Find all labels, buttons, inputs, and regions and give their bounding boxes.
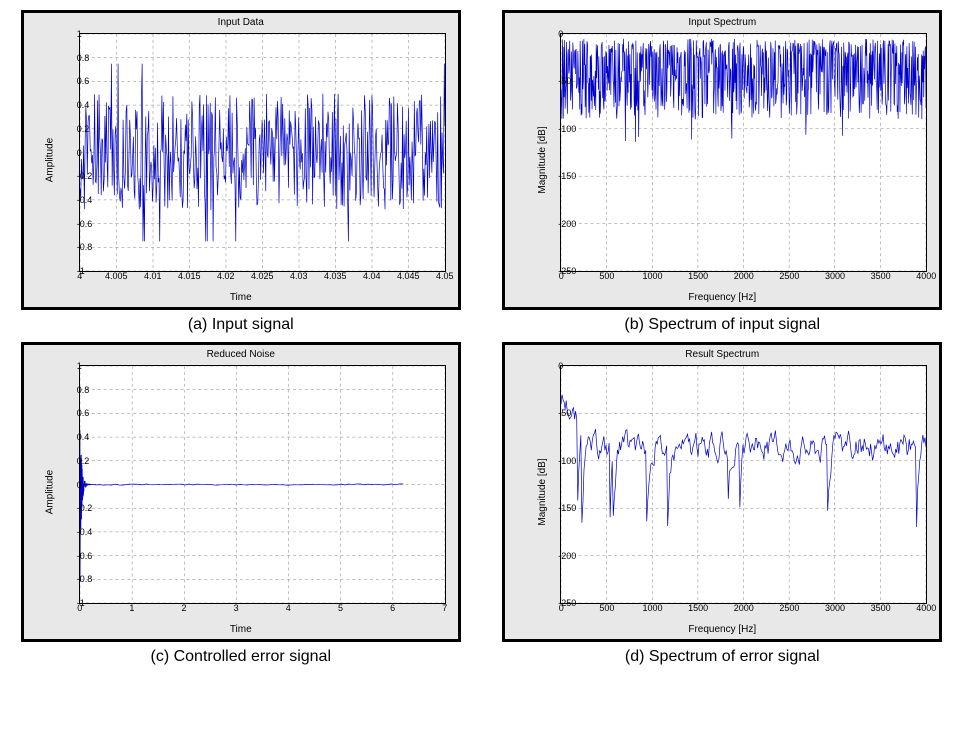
y-axis-label: Magnitude [dB] [537, 458, 548, 525]
cell-d: Result Spectrum Magnitude [dB] Frequency… [492, 342, 954, 666]
plot-area-d: 05001000150020002500300035004000-250-200… [560, 365, 927, 604]
x-axis-label: Time [24, 624, 458, 635]
plot-title: Result Spectrum [505, 349, 939, 360]
caption-a: (a) Input signal [188, 316, 294, 334]
x-axis-label: Frequency [Hz] [505, 292, 939, 303]
plot-area-a: 44.0054.014.0154.024.0254.034.0354.044.0… [79, 33, 446, 272]
cell-b: Input Spectrum Magnitude [dB] Frequency … [492, 10, 954, 334]
chart-grid: Input Data Amplitude Time 44.0054.014.01… [10, 10, 953, 666]
caption-c: (c) Controlled error signal [150, 648, 331, 666]
y-axis-label: Magnitude [dB] [537, 126, 548, 193]
panel-a: Input Data Amplitude Time 44.0054.014.01… [21, 10, 461, 310]
panel-c: Reduced Noise Amplitude Time 01234567-1-… [21, 342, 461, 642]
plot-area-c: 01234567-1-0.8-0.6-0.4-0.200.20.40.60.81 [79, 365, 446, 604]
panel-b: Input Spectrum Magnitude [dB] Frequency … [502, 10, 942, 310]
x-axis-label: Time [24, 292, 458, 303]
panel-d: Result Spectrum Magnitude [dB] Frequency… [502, 342, 942, 642]
caption-b: (b) Spectrum of input signal [624, 316, 820, 334]
plot-area-b: 05001000150020002500300035004000-250-200… [560, 33, 927, 272]
plot-title: Reduced Noise [24, 349, 458, 360]
x-axis-label: Frequency [Hz] [505, 624, 939, 635]
plot-title: Input Data [24, 17, 458, 28]
caption-d: (d) Spectrum of error signal [625, 648, 820, 666]
y-axis-label: Amplitude [44, 138, 55, 182]
cell-a: Input Data Amplitude Time 44.0054.014.01… [10, 10, 472, 334]
cell-c: Reduced Noise Amplitude Time 01234567-1-… [10, 342, 472, 666]
plot-title: Input Spectrum [505, 17, 939, 28]
y-axis-label: Amplitude [44, 470, 55, 514]
